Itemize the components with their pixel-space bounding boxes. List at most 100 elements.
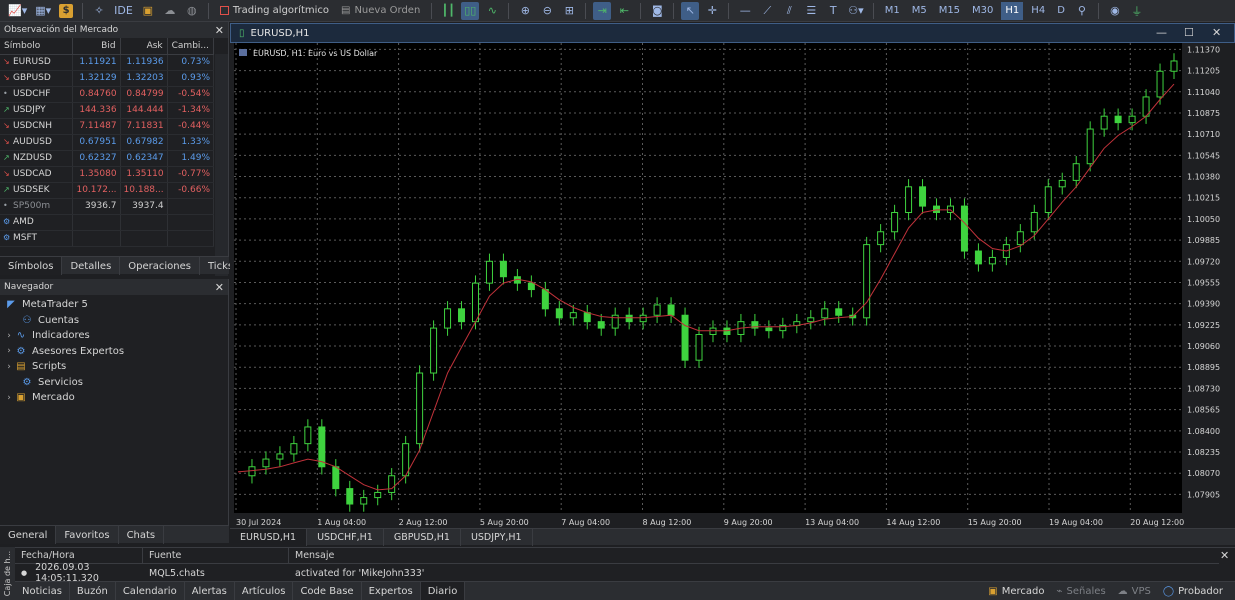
chevron-right-icon[interactable]: ›: [4, 393, 14, 403]
column-header-ask[interactable]: Ask: [120, 38, 168, 55]
dollar-icon[interactable]: $: [57, 2, 75, 20]
ide-button[interactable]: IDE: [112, 2, 135, 20]
timeframe-m15[interactable]: M15: [935, 2, 964, 20]
tab-news[interactable]: Noticias: [15, 581, 70, 600]
symbol-cell[interactable]: ⚙ MSFT: [0, 230, 74, 247]
tab-calendar[interactable]: Calendario: [116, 581, 185, 600]
horizontal-line-icon[interactable]: —: [736, 2, 754, 20]
market-watch-row[interactable]: ↗ USDSEK 10.172... 10.188... -0.66%: [0, 182, 215, 199]
maximize-icon[interactable]: ☐: [1184, 26, 1194, 39]
vps-icon[interactable]: ◍: [183, 2, 201, 20]
close-icon[interactable]: ✕: [1212, 26, 1221, 39]
symbol-cell[interactable]: ↘ EURUSD: [0, 54, 74, 71]
nav-item-market[interactable]: › ▣ Mercado: [0, 390, 228, 406]
column-header-bid[interactable]: Bid: [72, 38, 121, 55]
nav-root[interactable]: ◤ MetaTrader 5: [0, 297, 228, 313]
symbol-cell[interactable]: ↗ NZDUSD: [0, 150, 74, 167]
metaeditor-icon[interactable]: ✧: [90, 2, 108, 20]
tab-trading[interactable]: Operaciones: [120, 257, 200, 275]
column-header-message[interactable]: Mensaje: [289, 548, 1219, 564]
tab-journal[interactable]: Diario: [420, 581, 466, 600]
timeframe-m5[interactable]: M5: [908, 2, 931, 20]
tile-windows-icon[interactable]: ⊞: [560, 2, 578, 20]
chart-shift-icon[interactable]: ⇤: [615, 2, 633, 20]
price-chart[interactable]: 1.11370 1.11205 1.11040 1.10875 1.10710 1.105…: [230, 43, 1235, 528]
market-watch-row[interactable]: ↗ USDJPY 144.336 144.444 -1.34%: [0, 102, 215, 119]
column-header-source[interactable]: Fuente: [143, 548, 289, 564]
timeframe-h1[interactable]: H1: [1001, 1, 1024, 20]
fibonacci-icon[interactable]: ☰: [802, 2, 820, 20]
signal-icon[interactable]: ⏚: [1128, 2, 1146, 20]
status-market[interactable]: ▣ Mercado: [988, 586, 1044, 597]
tab-details[interactable]: Detalles: [62, 257, 121, 275]
symbol-cell[interactable]: ↘ USDCNH: [0, 118, 74, 135]
timeframe-m30[interactable]: M30: [968, 2, 997, 20]
close-icon[interactable]: ✕: [215, 24, 224, 37]
timeframe-m1[interactable]: M1: [881, 2, 904, 20]
account-icon[interactable]: ◉: [1106, 2, 1124, 20]
market-watch-row[interactable]: ↗ NZDUSD 0.62327 0.62347 1.49%: [0, 150, 215, 167]
search-icon[interactable]: ⚲: [1073, 2, 1091, 20]
tab-favorites[interactable]: Favoritos: [56, 526, 119, 544]
symbol-cell[interactable]: ⚙ AMD: [0, 214, 74, 231]
market-watch-row[interactable]: ↘ USDCNH 7.11487 7.11831 -0.44%: [0, 118, 215, 135]
symbol-cell[interactable]: ↗ USDJPY: [0, 102, 74, 119]
market-watch-scrollbar[interactable]: [215, 54, 228, 276]
symbol-cell[interactable]: • USDCHF: [0, 86, 74, 103]
nav-item-accounts[interactable]: ⚇ Cuentas: [0, 313, 228, 329]
new-order-button[interactable]: ▤ Nueva Orden: [337, 2, 424, 20]
nav-item-indicators[interactable]: › ∿ Indicadores: [0, 328, 228, 344]
nav-item-scripts[interactable]: › ▤ Scripts: [0, 359, 228, 375]
symbol-cell[interactable]: ↘ GBPUSD: [0, 70, 74, 87]
bag-icon[interactable]: ▣: [139, 2, 157, 20]
algo-trading-button[interactable]: Trading algorítmico: [216, 2, 333, 20]
symbol-cell[interactable]: ↗ USDSEK: [0, 182, 74, 199]
profiles-icon[interactable]: ▦▾: [33, 2, 53, 20]
tab-chats[interactable]: Chats: [119, 526, 165, 544]
line-chart-icon[interactable]: ∿: [483, 2, 501, 20]
chevron-right-icon[interactable]: ›: [4, 331, 14, 341]
chart-tab-usdchf[interactable]: USDCHF,H1: [307, 529, 384, 546]
market-watch-row[interactable]: ↘ GBPUSD 1.32129 1.32203 0.93%: [0, 70, 215, 87]
zoom-out-icon[interactable]: ⊖: [538, 2, 556, 20]
market-watch-row[interactable]: ↘ AUDUSD 0.67951 0.67982 1.33%: [0, 134, 215, 151]
shapes-icon[interactable]: ⚇▾: [846, 2, 865, 20]
zoom-in-icon[interactable]: ⊕: [516, 2, 534, 20]
nav-item-experts[interactable]: › ⚙ Asesores Expertos: [0, 344, 228, 360]
toolbox-side-label[interactable]: Caja de h...: [0, 547, 15, 600]
status-vps[interactable]: ☁ VPS: [1118, 586, 1151, 597]
close-icon[interactable]: ✕: [1220, 549, 1229, 562]
trendline-icon[interactable]: ⟋: [758, 2, 776, 20]
candles-icon[interactable]: ▯▯: [461, 1, 480, 20]
status-tester[interactable]: ◯ Probador: [1163, 586, 1223, 597]
market-watch-row[interactable]: ⚙ AMD: [0, 214, 215, 231]
text-icon[interactable]: T: [824, 2, 842, 20]
chevron-right-icon[interactable]: ›: [4, 362, 14, 372]
symbol-cell[interactable]: ↘ USDCAD: [0, 166, 74, 183]
chart-type-icon[interactable]: 📈▾: [6, 2, 29, 20]
market-watch-row[interactable]: ↘ USDCAD 1.35080 1.35110 -0.77%: [0, 166, 215, 183]
market-watch-row[interactable]: ⚙ MSFT: [0, 230, 215, 247]
chevron-right-icon[interactable]: ›: [4, 346, 14, 356]
chart-tab-eurusd[interactable]: EURUSD,H1: [230, 529, 308, 546]
nav-item-services[interactable]: ⚙ Servicios: [0, 375, 228, 391]
tab-general[interactable]: General: [0, 526, 57, 544]
market-watch-row[interactable]: • SP500m 3936.7 3937.4: [0, 198, 215, 215]
autoscroll-icon[interactable]: ⇥: [593, 1, 612, 20]
log-row[interactable]: ● 2026.09.03 14:05:11.320: [15, 562, 143, 584]
channel-icon[interactable]: ⫽: [780, 2, 798, 20]
chart-tab-gbpusd[interactable]: GBPUSD,H1: [384, 529, 461, 546]
cursor-icon[interactable]: ↖: [681, 1, 700, 20]
tab-mailbox[interactable]: Buzón: [70, 581, 116, 600]
screenshot-icon[interactable]: ◙: [648, 2, 666, 20]
market-watch-row[interactable]: • USDCHF 0.84760 0.84799 -0.54%: [0, 86, 215, 103]
market-watch-row[interactable]: ↘ EURUSD 1.11921 1.11936 0.73%: [0, 54, 215, 71]
tab-codebase[interactable]: Code Base: [293, 581, 362, 600]
cloud-icon[interactable]: ☁: [161, 2, 179, 20]
column-header-change[interactable]: Cambi...: [167, 38, 215, 55]
crosshair-icon[interactable]: ✛: [703, 2, 721, 20]
close-icon[interactable]: ✕: [215, 281, 224, 294]
tab-alerts[interactable]: Alertas: [185, 581, 235, 600]
symbol-cell[interactable]: ↘ AUDUSD: [0, 134, 74, 151]
tab-articles[interactable]: Artículos: [235, 581, 294, 600]
